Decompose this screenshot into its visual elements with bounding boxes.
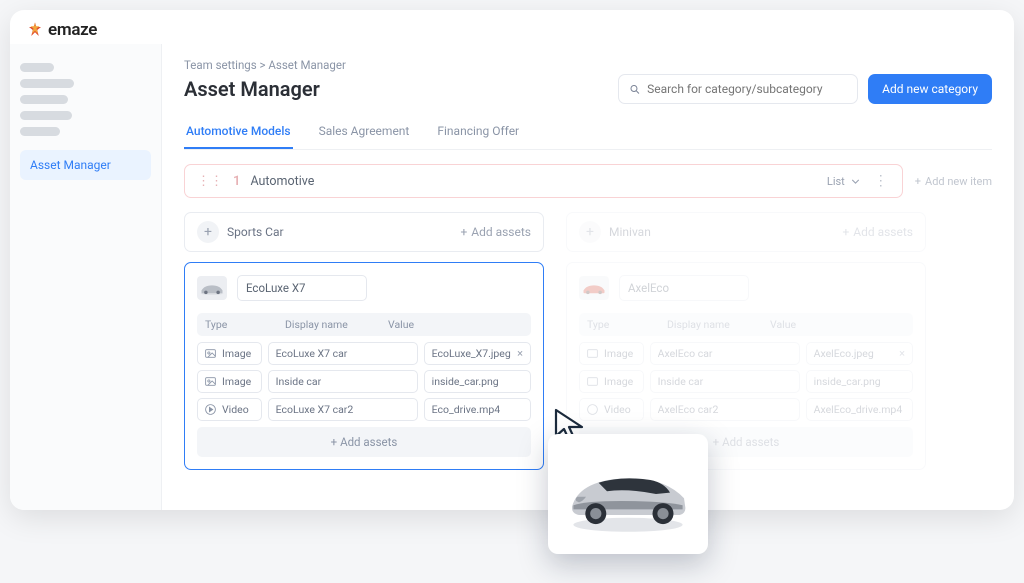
add-assets-link[interactable]: + Add assets bbox=[842, 225, 913, 239]
subcategory-minivan: + Minivan + Add assets bbox=[566, 212, 926, 470]
value-cell[interactable]: inside_car.png bbox=[424, 370, 531, 393]
asset-row: Video AxelEco_drive.mp4 bbox=[579, 398, 913, 421]
value-cell[interactable]: Eco_drive.mp4 bbox=[424, 398, 531, 421]
asset-name-input[interactable] bbox=[237, 275, 367, 301]
subcategory-name: Sports Car bbox=[227, 225, 452, 239]
subcategory-sports-car: + Sports Car + Add assets bbox=[184, 212, 544, 470]
display-name-input[interactable] bbox=[650, 398, 800, 421]
dragged-image-card[interactable] bbox=[548, 434, 708, 554]
asset-row: Image AxelEco.jpeg× bbox=[579, 342, 913, 365]
add-icon[interactable]: + bbox=[579, 221, 601, 243]
value-cell[interactable]: AxelEco.jpeg× bbox=[806, 342, 913, 365]
search-icon bbox=[629, 83, 641, 96]
sidebar-item-asset-manager[interactable]: Asset Manager bbox=[20, 150, 151, 180]
asset-row: Image inside_car.png bbox=[197, 370, 531, 393]
sidebar-skeleton bbox=[20, 111, 72, 120]
type-cell[interactable]: Image bbox=[579, 342, 644, 365]
category-name: Automotive bbox=[250, 174, 816, 189]
tab-financing-offer[interactable]: Financing Offer bbox=[435, 118, 521, 149]
tab-sales-agreement[interactable]: Sales Agreement bbox=[317, 118, 412, 149]
subcategory-name: Minivan bbox=[609, 225, 834, 239]
chevron-down-icon bbox=[849, 175, 862, 188]
sidebar-skeleton bbox=[20, 63, 54, 72]
subcategory-header: + Minivan + Add assets bbox=[566, 212, 926, 252]
display-name-input[interactable] bbox=[650, 342, 800, 365]
image-icon bbox=[586, 375, 599, 388]
type-cell[interactable]: Image bbox=[197, 342, 262, 365]
display-name-input[interactable] bbox=[268, 370, 418, 393]
display-name-input[interactable] bbox=[268, 342, 418, 365]
display-name-input[interactable] bbox=[268, 398, 418, 421]
logo: emaze bbox=[10, 10, 1014, 44]
sidebar-skeleton bbox=[20, 127, 60, 136]
type-cell[interactable]: Image bbox=[579, 370, 644, 393]
more-options-icon[interactable]: ⋮ bbox=[872, 173, 890, 189]
app-window: emaze Asset Manager Team settings > Asse… bbox=[10, 10, 1014, 510]
search-box[interactable] bbox=[618, 74, 858, 104]
remove-icon[interactable]: × bbox=[899, 347, 905, 360]
video-icon bbox=[204, 403, 217, 416]
asset-thumbnail bbox=[197, 276, 227, 300]
logo-text: emaze bbox=[48, 20, 97, 40]
asset-row: Image EcoLuxe_X7.jpeg × bbox=[197, 342, 531, 365]
add-new-category-button[interactable]: Add new category bbox=[868, 74, 992, 104]
add-icon[interactable]: + bbox=[197, 221, 219, 243]
asset-row: Video Eco_drive.mp4 bbox=[197, 398, 531, 421]
tab-automotive-models[interactable]: Automotive Models bbox=[184, 118, 293, 149]
add-new-item-button[interactable]: + Add new item bbox=[915, 175, 992, 188]
image-icon bbox=[586, 347, 599, 360]
drag-handle-icon[interactable]: ⋮⋮ bbox=[197, 174, 223, 189]
asset-row: Image inside_car.png bbox=[579, 370, 913, 393]
plus-icon: + bbox=[915, 175, 921, 188]
tabs: Automotive Models Sales Agreement Financ… bbox=[184, 118, 992, 150]
category-index: 1 bbox=[233, 174, 240, 189]
value-cell[interactable]: inside_car.png bbox=[806, 370, 913, 393]
table-header: Type Display name Value bbox=[197, 313, 531, 336]
page-title: Asset Manager bbox=[184, 77, 320, 101]
type-cell[interactable]: Image bbox=[197, 370, 262, 393]
value-cell[interactable]: EcoLuxe_X7.jpeg × bbox=[424, 342, 531, 365]
asset-name-input[interactable] bbox=[619, 275, 749, 301]
sidebar: Asset Manager bbox=[10, 44, 162, 510]
sidebar-skeleton bbox=[20, 95, 68, 104]
remove-icon[interactable]: × bbox=[517, 347, 523, 360]
sidebar-skeleton bbox=[20, 79, 74, 88]
asset-thumbnail bbox=[579, 276, 609, 300]
value-cell[interactable]: AxelEco_drive.mp4 bbox=[806, 398, 913, 421]
asset-card-active: Type Display name Value Image bbox=[184, 262, 544, 470]
breadcrumb: Team settings > Asset Manager bbox=[184, 58, 992, 72]
view-mode-toggle[interactable]: List bbox=[827, 175, 862, 188]
image-icon bbox=[204, 375, 217, 388]
logo-icon bbox=[26, 21, 44, 39]
search-input[interactable] bbox=[647, 82, 847, 96]
display-name-input[interactable] bbox=[650, 370, 800, 393]
car-image bbox=[558, 452, 698, 536]
subcategory-header: + Sports Car + Add assets bbox=[184, 212, 544, 252]
add-assets-link[interactable]: + Add assets bbox=[460, 225, 531, 239]
category-row[interactable]: ⋮⋮ 1 Automotive List ⋮ bbox=[184, 164, 903, 198]
table-header: Type Display name Value bbox=[579, 313, 913, 336]
type-cell[interactable]: Video bbox=[197, 398, 262, 421]
add-assets-button[interactable]: + Add assets bbox=[197, 427, 531, 457]
image-icon bbox=[204, 347, 217, 360]
